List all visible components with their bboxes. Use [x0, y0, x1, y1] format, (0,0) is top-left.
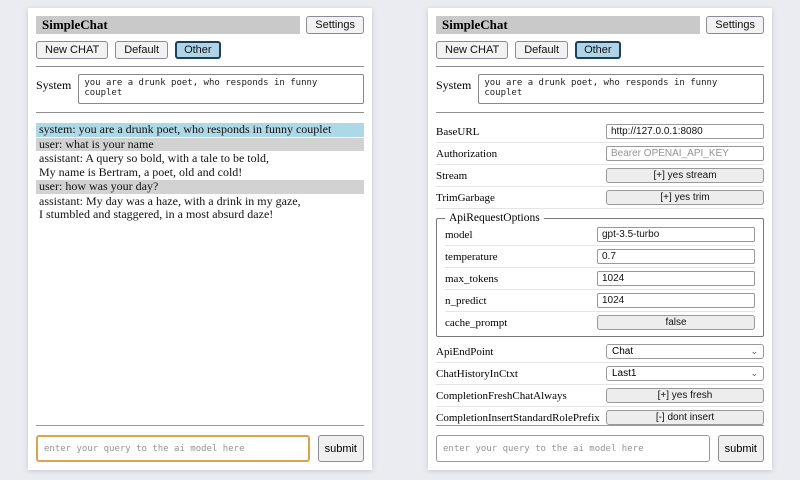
base-url-input[interactable]: [606, 124, 764, 139]
settings-row: Stream [+] yes stream: [436, 165, 764, 187]
divider: [436, 66, 764, 67]
n-predict-input[interactable]: [597, 293, 755, 308]
trim-garbage-label: TrimGarbage: [436, 192, 495, 204]
divider: [36, 425, 364, 426]
completion-fresh-chat-toggle-button[interactable]: [+] yes fresh: [606, 388, 764, 403]
settings-row: model: [445, 224, 755, 246]
chat-message-assistant: assistant: My day was a haze, with a dri…: [36, 195, 364, 222]
divider: [436, 112, 764, 113]
model-label: model: [445, 229, 473, 241]
system-prompt-textarea[interactable]: you are a drunk poet, who responds in fu…: [78, 74, 364, 104]
settings-row: CompletionInsertStandardRolePrefix [-] d…: [436, 407, 764, 425]
new-chat-button[interactable]: New CHAT: [436, 41, 508, 59]
session-tab-default[interactable]: Default: [115, 41, 168, 59]
settings-list: BaseURL Authorization Stream [+] yes str…: [436, 121, 764, 425]
settings-row: TrimGarbage [+] yes trim: [436, 187, 764, 209]
chat-message-assistant: assistant: A query so bold, with a tale …: [36, 152, 364, 179]
base-url-label: BaseURL: [436, 126, 479, 138]
api-request-options-legend: ApiRequestOptions: [445, 212, 544, 224]
temperature-label: temperature: [445, 251, 498, 263]
settings-button[interactable]: Settings: [706, 16, 764, 34]
system-prompt-textarea[interactable]: you are a drunk poet, who responds in fu…: [478, 74, 764, 104]
query-footer: submit: [436, 425, 764, 462]
divider: [436, 425, 764, 426]
chat-message-list: system: you are a drunk poet, who respon…: [36, 123, 364, 425]
api-request-options-fieldset: ApiRequestOptions model temperature max_…: [436, 212, 764, 337]
settings-row: BaseURL: [436, 121, 764, 143]
chevron-down-icon: ⌄: [750, 369, 758, 378]
query-input[interactable]: [36, 435, 310, 462]
chat-message-user: user: how was your day?: [36, 180, 364, 194]
divider: [36, 66, 364, 67]
settings-row: ChatHistoryInCtxt Last1 ⌄: [436, 363, 764, 385]
settings-view-panel: SimpleChat Settings New CHAT Default Oth…: [428, 8, 772, 470]
system-label: System: [436, 74, 471, 93]
settings-row: temperature: [445, 246, 755, 268]
cache-prompt-toggle-button[interactable]: false: [597, 315, 755, 330]
header: SimpleChat Settings: [436, 16, 764, 34]
chat-message-user: user: what is your name: [36, 138, 364, 152]
divider: [36, 112, 364, 113]
settings-row: Authorization: [436, 143, 764, 165]
session-toolbar: New CHAT Default Other: [436, 41, 764, 59]
session-tab-other[interactable]: Other: [575, 41, 621, 59]
session-tab-other[interactable]: Other: [175, 41, 221, 59]
chat-history-in-ctxt-label: ChatHistoryInCtxt: [436, 368, 518, 380]
page: SimpleChat Settings New CHAT Default Oth…: [0, 0, 800, 480]
chat-message-system: system: you are a drunk poet, who respon…: [36, 123, 364, 137]
api-endpoint-label: ApiEndPoint: [436, 346, 493, 358]
completion-fresh-chat-label: CompletionFreshChatAlways: [436, 390, 567, 402]
system-prompt-row: System you are a drunk poet, who respond…: [436, 73, 764, 105]
authorization-input[interactable]: [606, 146, 764, 161]
completion-insert-role-prefix-label: CompletionInsertStandardRolePrefix: [436, 412, 600, 424]
stream-label: Stream: [436, 170, 467, 182]
query-row: submit: [436, 435, 764, 462]
query-footer: submit: [36, 425, 364, 462]
api-endpoint-selected-value: Chat: [612, 346, 633, 357]
system-label: System: [36, 74, 71, 93]
settings-list-bottom: ApiEndPoint Chat ⌄ ChatHistoryInCtxt Las…: [436, 341, 764, 425]
api-endpoint-select[interactable]: Chat ⌄: [606, 344, 764, 359]
model-input[interactable]: [597, 227, 755, 242]
app-title: SimpleChat: [436, 16, 700, 34]
app-title: SimpleChat: [36, 16, 300, 34]
n-predict-label: n_predict: [445, 295, 487, 307]
settings-row: ApiEndPoint Chat ⌄: [436, 341, 764, 363]
query-row: submit: [36, 435, 364, 462]
submit-button[interactable]: submit: [318, 435, 364, 462]
submit-button[interactable]: submit: [718, 435, 764, 462]
trim-garbage-toggle-button[interactable]: [+] yes trim: [606, 190, 764, 205]
session-tab-default[interactable]: Default: [515, 41, 568, 59]
new-chat-button[interactable]: New CHAT: [36, 41, 108, 59]
query-input[interactable]: [436, 435, 710, 462]
max-tokens-input[interactable]: [597, 271, 755, 286]
cache-prompt-label: cache_prompt: [445, 317, 507, 329]
system-prompt-row: System you are a drunk poet, who respond…: [36, 73, 364, 105]
header: SimpleChat Settings: [36, 16, 364, 34]
chevron-down-icon: ⌄: [750, 347, 758, 356]
completion-insert-role-prefix-toggle-button[interactable]: [-] dont insert: [606, 410, 764, 425]
stream-toggle-button[interactable]: [+] yes stream: [606, 168, 764, 183]
settings-row: max_tokens: [445, 268, 755, 290]
chat-history-in-ctxt-select[interactable]: Last1 ⌄: [606, 366, 764, 381]
chat-view-panel: SimpleChat Settings New CHAT Default Oth…: [28, 8, 372, 470]
chat-history-selected-value: Last1: [612, 368, 636, 379]
authorization-label: Authorization: [436, 148, 497, 160]
settings-button[interactable]: Settings: [306, 16, 364, 34]
settings-row: n_predict: [445, 290, 755, 312]
settings-row: CompletionFreshChatAlways [+] yes fresh: [436, 385, 764, 407]
max-tokens-label: max_tokens: [445, 273, 498, 285]
temperature-input[interactable]: [597, 249, 755, 264]
settings-row: cache_prompt false: [445, 312, 755, 333]
session-toolbar: New CHAT Default Other: [36, 41, 364, 59]
